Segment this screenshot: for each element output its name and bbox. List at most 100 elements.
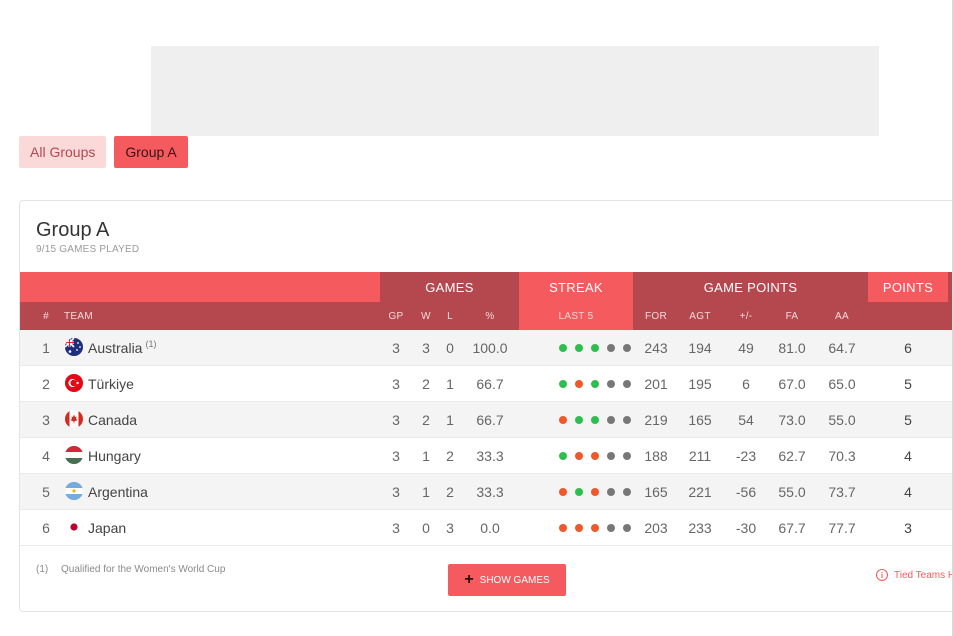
gp-cell: 3 (392, 412, 400, 428)
footnote-mark: (1) (36, 564, 49, 575)
l-cell: 1 (446, 376, 454, 392)
w-cell: 2 (422, 376, 430, 392)
last5-streak (538, 438, 652, 474)
tied-teams-link[interactable]: i Tied Teams H (876, 569, 954, 581)
turkiye-flag-icon (65, 374, 83, 392)
pct-cell: 0.0 (480, 520, 500, 536)
gp-cell: 3 (392, 376, 400, 392)
fa-cell: 81.0 (778, 340, 806, 356)
w-cell: 0 (422, 520, 430, 536)
tied-teams-label: Tied Teams H (894, 569, 954, 581)
team-name-link[interactable]: Canada (88, 402, 137, 438)
last5-streak (538, 366, 652, 402)
header-points: POINTS (868, 272, 948, 302)
win-dot-icon (591, 380, 599, 388)
rank-cell: 1 (42, 340, 50, 356)
w-cell: 3 (422, 340, 430, 356)
not-played-dot-icon (623, 380, 631, 388)
last5-streak (538, 402, 652, 438)
last5-streak (538, 330, 652, 366)
col-agt: AGT (689, 310, 711, 322)
show-games-button[interactable]: + SHOW GAMES (448, 564, 566, 596)
fa-cell: 67.7 (778, 520, 806, 536)
plus-icon: + (464, 571, 474, 588)
aa-cell: 55.0 (828, 412, 856, 428)
table-row[interactable]: 6 Japan 3 0 3 0.0 203 233 -30 67.7 77.7 3 (20, 510, 952, 546)
rank-cell: 5 (42, 484, 50, 500)
table-row[interactable]: 1 Australia (1) 3 3 0 100.0 243 194 49 81.0 64.7 6 (20, 330, 952, 366)
not-played-dot-icon (623, 452, 631, 460)
group-title: Group A (36, 219, 110, 241)
aa-cell: 70.3 (828, 448, 856, 464)
not-played-dot-icon (623, 524, 631, 532)
pct-cell: 33.3 (476, 484, 504, 500)
gp-cell: 3 (392, 340, 400, 356)
filter-all-groups-button[interactable]: All Groups (19, 136, 107, 168)
aa-cell: 77.7 (828, 520, 856, 536)
not-played-dot-icon (623, 416, 631, 424)
points-cell: 5 (904, 376, 912, 392)
team-name-link[interactable]: Hungary (88, 438, 141, 474)
rank-cell: 4 (42, 448, 50, 464)
loss-dot-icon (559, 416, 567, 424)
header-game-points: GAME POINTS (633, 272, 868, 302)
canada-flag-icon (65, 410, 83, 428)
loss-dot-icon (591, 452, 599, 460)
agt-cell: 165 (688, 412, 712, 428)
diff-cell: -30 (735, 520, 757, 536)
team-name: Australia (88, 340, 143, 356)
hungary-flag-icon (65, 446, 83, 464)
agt-cell: 233 (688, 520, 712, 536)
col-w: W (421, 310, 431, 322)
points-cell: 6 (904, 340, 912, 356)
col-diff: +/- (739, 310, 753, 322)
team-name: Türkiye (88, 376, 134, 392)
loss-dot-icon (575, 524, 583, 532)
team-name: Hungary (88, 448, 141, 464)
argentina-flag-icon (65, 482, 83, 500)
team-name-link[interactable]: Australia (1) (88, 330, 156, 366)
win-dot-icon (559, 452, 567, 460)
table-header-groups: GAMES STREAK GAME POINTS POINTS (20, 272, 952, 302)
l-cell: 1 (446, 412, 454, 428)
standings-card: Group A 9/15 GAMES PLAYED GAMES STREAK G… (19, 200, 954, 612)
games-played-subtitle: 9/15 GAMES PLAYED (36, 244, 140, 255)
agt-cell: 195 (688, 376, 712, 392)
gp-cell: 3 (392, 520, 400, 536)
diff-cell: 54 (738, 412, 754, 428)
loss-dot-icon (559, 488, 567, 496)
header-streak: STREAK (519, 272, 633, 302)
col-last5: LAST 5 (519, 302, 633, 330)
col-fa: FA (785, 310, 799, 322)
pct-cell: 66.7 (476, 412, 504, 428)
col-gp: GP (388, 310, 404, 322)
not-played-dot-icon (607, 344, 615, 352)
team-name-link[interactable]: Argentina (88, 474, 148, 510)
l-cell: 2 (446, 484, 454, 500)
table-row[interactable]: 4 Hungary 3 1 2 33.3 188 211 -23 62.7 70.3 4 (20, 438, 952, 474)
loss-dot-icon (559, 524, 567, 532)
table-row[interactable]: 2 Türkiye 3 2 1 66.7 201 195 6 67.0 65.0 5 (20, 366, 952, 402)
footnote-text: Qualified for the Women's World Cup (61, 564, 226, 575)
l-cell: 3 (446, 520, 454, 536)
pct-cell: 100.0 (472, 340, 508, 356)
win-dot-icon (559, 380, 567, 388)
team-name: Canada (88, 412, 138, 428)
diff-cell: 6 (742, 376, 750, 392)
points-cell: 4 (904, 448, 912, 464)
table-row[interactable]: 5 Argentina 3 1 2 33.3 165 221 -56 55.0 73.7 4 (20, 474, 952, 510)
team-name-link[interactable]: Japan (88, 510, 126, 546)
australia-flag-icon (65, 338, 83, 356)
rank-cell: 2 (42, 376, 50, 392)
aa-cell: 64.7 (828, 340, 856, 356)
team-name-link[interactable]: Türkiye (88, 366, 134, 402)
agt-cell: 211 (688, 448, 712, 464)
points-cell: 5 (904, 412, 912, 428)
fa-cell: 73.0 (778, 412, 806, 428)
show-games-label: SHOW GAMES (479, 574, 550, 586)
filter-group-a-button[interactable]: Group A (114, 136, 188, 168)
col-for: FOR (644, 310, 667, 322)
rank-cell: 6 (42, 520, 50, 536)
team-name: Argentina (88, 484, 148, 500)
table-row[interactable]: 3 Canada 3 2 1 66.7 219 165 54 73.0 55.0 5 (20, 402, 952, 438)
